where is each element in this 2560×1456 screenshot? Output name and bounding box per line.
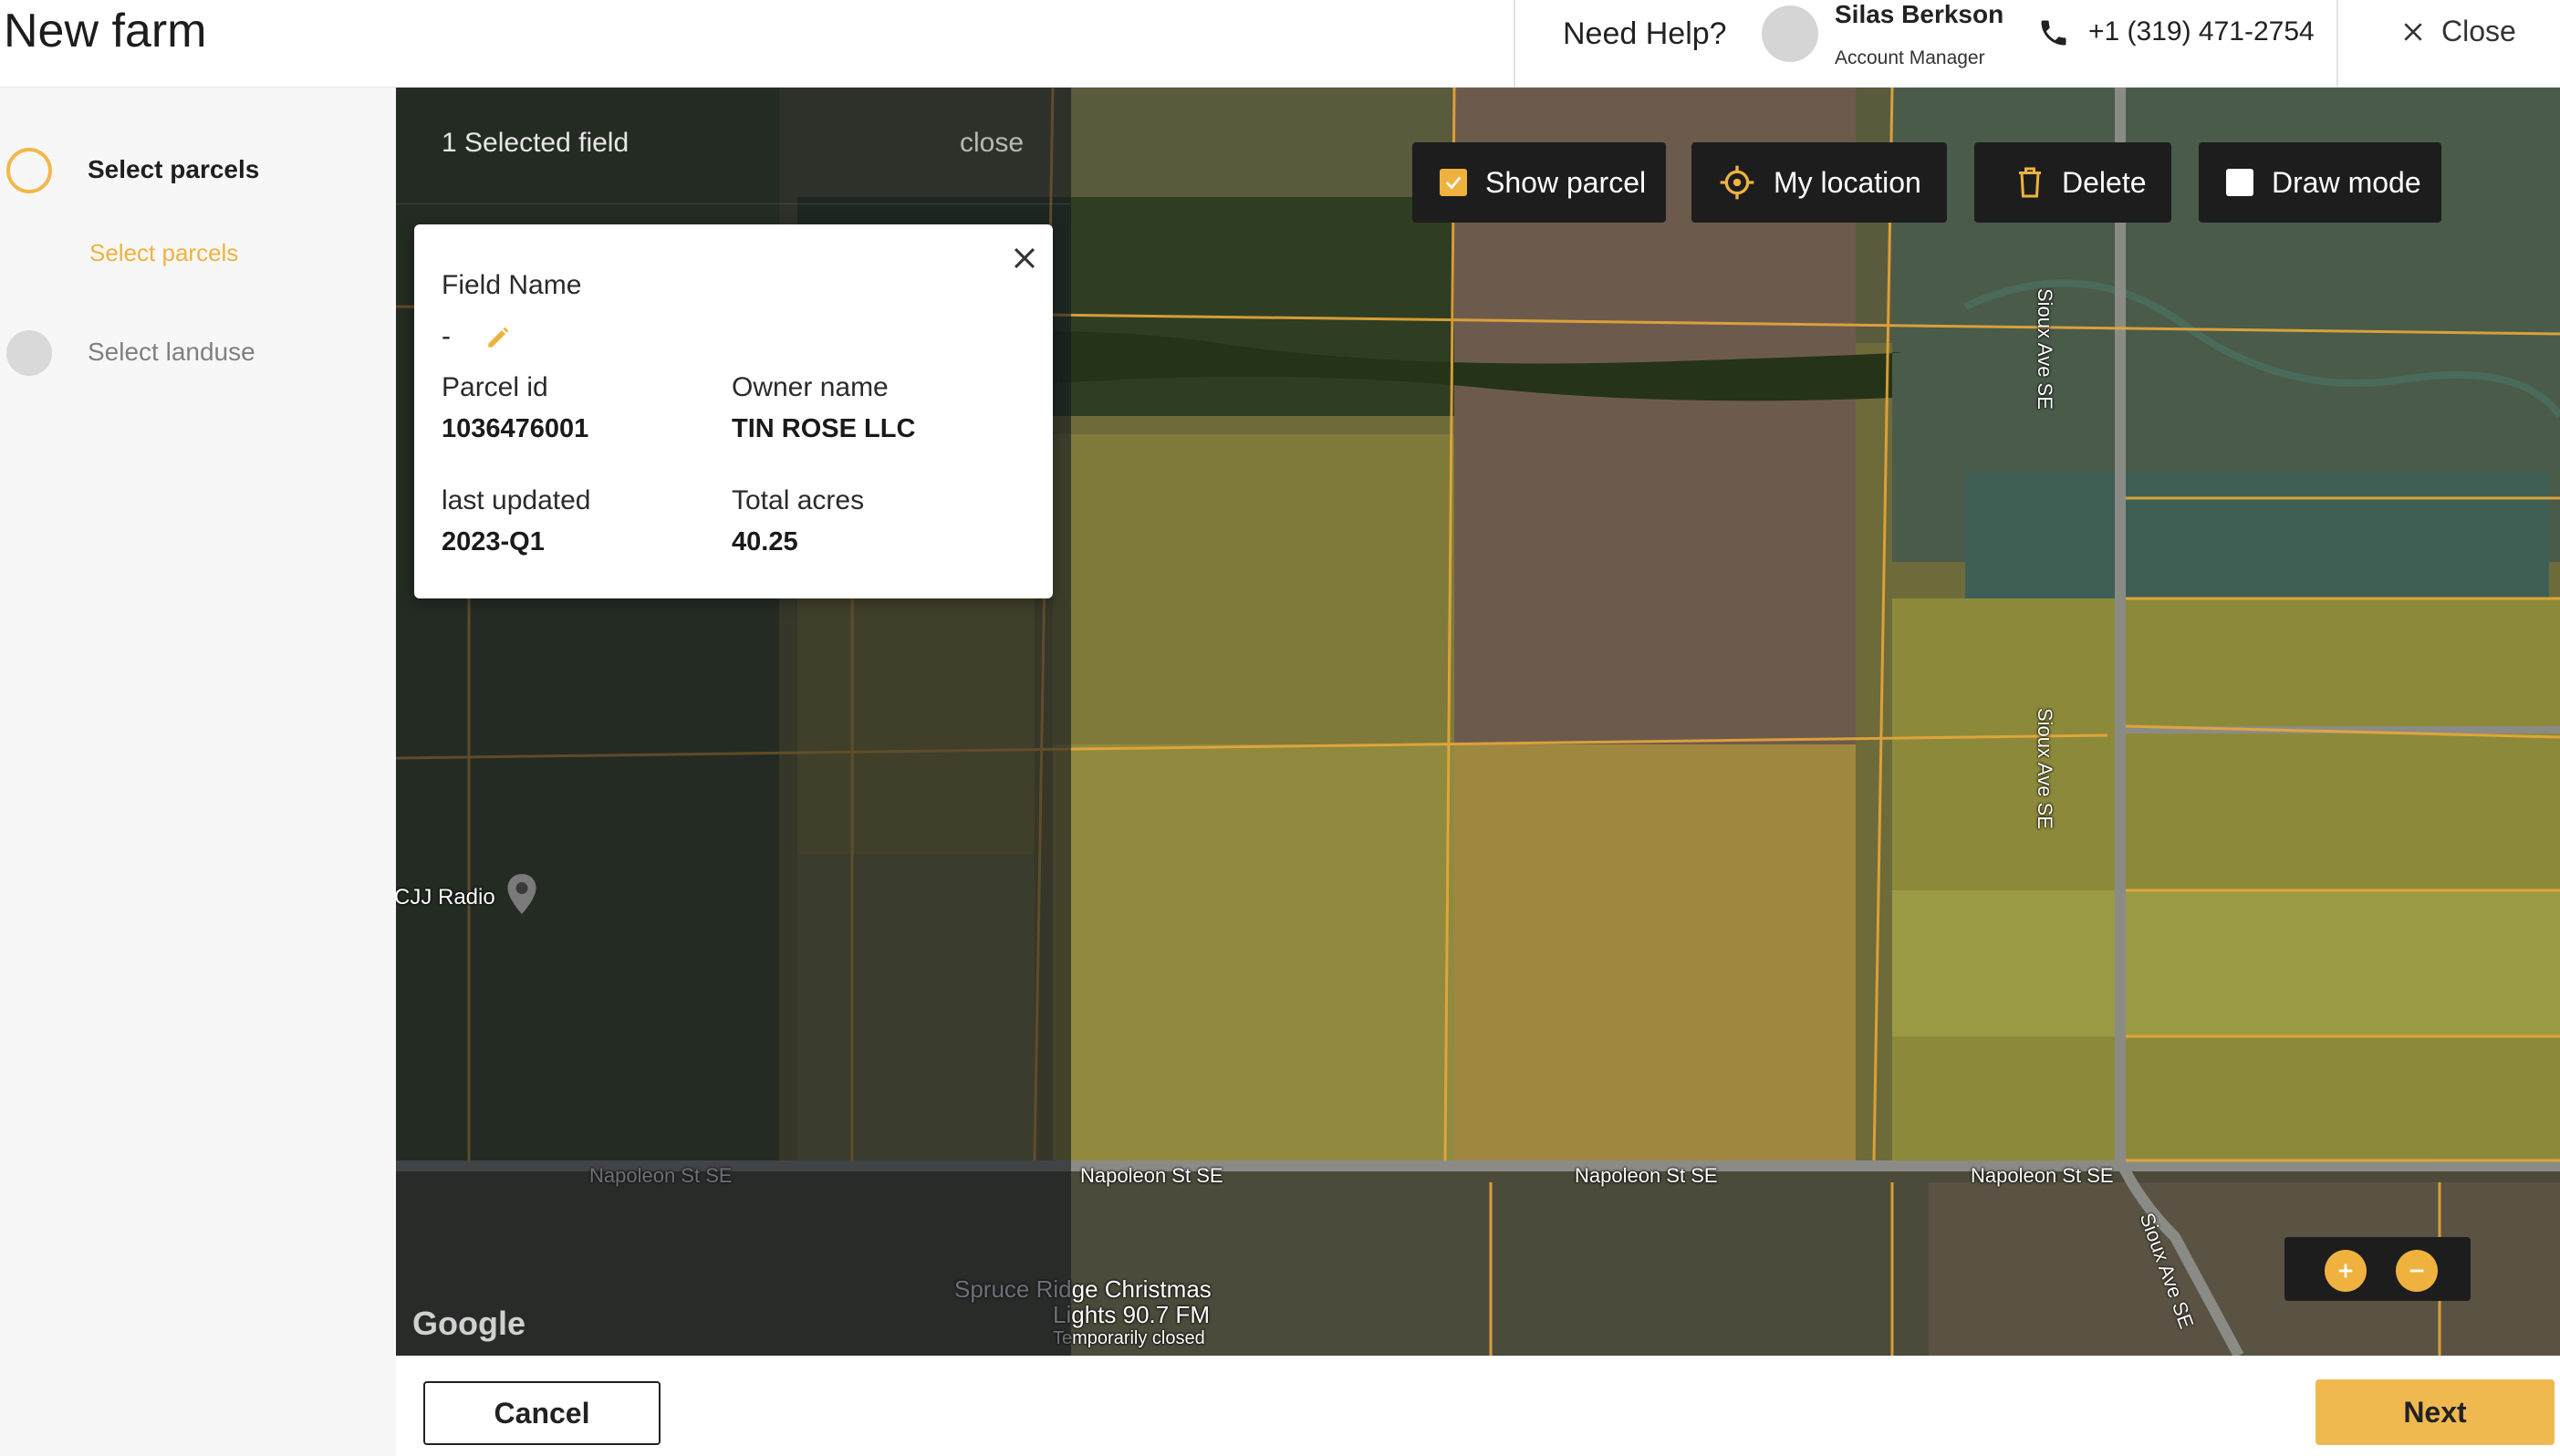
substep-select-parcels[interactable]: Select parcels	[89, 239, 238, 267]
account-manager-name: Silas Berkson	[1835, 0, 2004, 28]
owner-name-label: Owner name	[732, 372, 889, 402]
step-indicator-active	[6, 148, 52, 193]
crosshair-icon	[1720, 165, 1754, 200]
road-label: Sioux Ave SE	[2034, 288, 2056, 410]
draw-mode-toggle[interactable]: Draw mode	[2199, 142, 2441, 223]
selection-close-link[interactable]: close	[960, 128, 1024, 159]
poi-label: CJJ Radio	[396, 885, 495, 910]
phone-number[interactable]: +1 (319) 471-2754	[2088, 16, 2315, 47]
zoom-out-button[interactable]	[2396, 1250, 2438, 1292]
total-acres-label: Total acres	[732, 485, 865, 515]
step-select-landuse[interactable]: Select landuse	[88, 338, 255, 367]
road-label: Napoleon St SE	[1971, 1164, 2114, 1187]
trash-icon	[2019, 167, 2041, 198]
pencil-icon[interactable]	[484, 323, 513, 352]
owner-name-value: TIN ROSE LLC	[732, 414, 916, 443]
draw-mode-label: Draw mode	[2272, 165, 2421, 199]
avatar	[1762, 5, 1818, 62]
selected-field-count: 1 Selected field	[442, 128, 630, 158]
account-manager-role: Account Manager	[1835, 47, 1985, 68]
parcel-id-value: 1036476001	[442, 414, 589, 443]
parcel-id-label: Parcel id	[442, 372, 548, 402]
last-updated-value: 2023-Q1	[442, 527, 545, 556]
satellite-map[interactable]: Napoleon St SE Napoleon St SE Napoleon S…	[396, 88, 2560, 1356]
step-indicator-inactive	[6, 330, 52, 376]
road-label: Sioux Ave SE	[2034, 708, 2056, 829]
footer-bar: Cancel Next	[396, 1356, 2560, 1456]
steps-sidebar: Select parcels Select parcels Select lan…	[0, 88, 396, 1456]
field-name-value: -	[442, 321, 451, 351]
close-button[interactable]: Close	[2401, 15, 2516, 48]
delete-button[interactable]: Delete	[1974, 142, 2171, 223]
checkbox-checked	[1440, 169, 1467, 196]
phone-icon	[2041, 20, 2066, 46]
road-label: Napoleon St SE	[1575, 1164, 1718, 1187]
plus-icon	[2338, 1264, 2353, 1278]
step-select-parcels[interactable]: Select parcels	[88, 155, 259, 184]
field-info-card: Field Name - Parcel id 1036476001 Owner …	[414, 224, 1053, 598]
need-help-label: Need Help?	[1563, 16, 1727, 51]
close-button-label: Close	[2441, 15, 2516, 47]
poi-label: Lights 90.7 FM	[1053, 1301, 1210, 1328]
delete-label: Delete	[2062, 165, 2147, 199]
show-parcel-toggle[interactable]: Show parcel	[1412, 142, 1666, 223]
page-title: New farm	[4, 5, 207, 57]
last-updated-label: last updated	[442, 485, 591, 515]
minus-icon	[2409, 1269, 2424, 1273]
road-label: Napoleon St SE	[1080, 1164, 1223, 1187]
show-parcel-label: Show parcel	[1485, 165, 1647, 199]
google-logo: Google	[412, 1305, 526, 1342]
selection-overlay: 1 Selected field close CJJ Radio Google …	[396, 88, 1071, 1356]
next-button[interactable]: Next	[2315, 1379, 2555, 1445]
cancel-button[interactable]: Cancel	[423, 1381, 661, 1445]
checkmark-icon	[1445, 176, 1462, 190]
close-icon[interactable]	[1009, 243, 1040, 274]
checkbox-unchecked	[2226, 169, 2253, 196]
total-acres-value: 40.25	[732, 527, 798, 556]
zoom-in-button[interactable]	[2325, 1250, 2367, 1292]
map-pin-icon	[507, 874, 536, 914]
my-location-button[interactable]: My location	[1691, 142, 1947, 223]
field-name-label: Field Name	[442, 270, 582, 300]
top-header: New farm Need Help? Silas Berkson Accoun…	[0, 0, 2560, 88]
zoom-controls	[2284, 1237, 2471, 1301]
help-contact-box: Need Help? Silas Berkson Account Manager…	[1514, 0, 2338, 88]
poi-label: Temporarily closed	[1053, 1328, 1205, 1348]
selection-header: 1 Selected field close	[396, 88, 1071, 204]
my-location-label: My location	[1774, 165, 1921, 199]
close-icon	[2404, 22, 2422, 41]
